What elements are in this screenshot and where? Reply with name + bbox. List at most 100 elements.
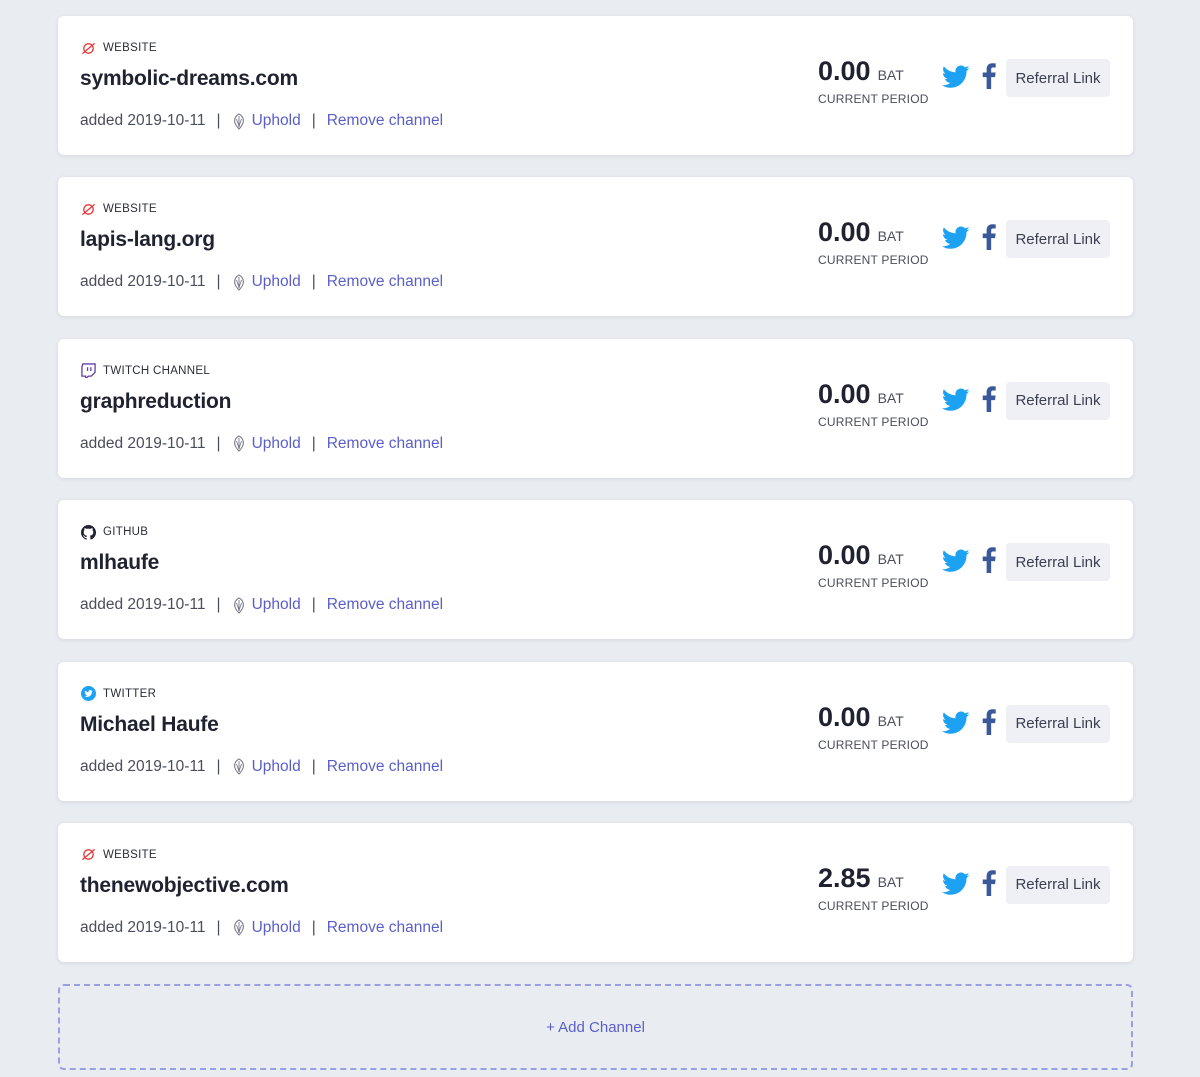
uphold-icon bbox=[232, 758, 246, 775]
remove-channel-link[interactable]: Remove channel bbox=[327, 596, 443, 614]
channel-name: Michael Haufe bbox=[80, 712, 219, 736]
channel-type-label: WEBSITE bbox=[103, 203, 157, 216]
separator: | bbox=[311, 596, 316, 614]
channel-type-label: WEBSITE bbox=[103, 848, 157, 861]
channel-meta: added 2019-10-11 | Uphold | Remove chann… bbox=[80, 758, 443, 776]
balance-amount: 0.00 bbox=[818, 540, 871, 571]
referral-link-button[interactable]: Referral Link bbox=[1006, 543, 1110, 582]
channel-type-row: WEBSITE bbox=[80, 40, 157, 56]
separator: | bbox=[216, 434, 221, 452]
referral-link-button[interactable]: Referral Link bbox=[1006, 220, 1110, 259]
added-date: added 2019-10-11 bbox=[80, 434, 206, 452]
channel-type-row: GITHUB bbox=[80, 524, 148, 540]
channel-card: WEBSITE symbolic-dreams.com added 2019-1… bbox=[58, 16, 1133, 155]
separator: | bbox=[311, 757, 316, 775]
twitter-share-icon[interactable] bbox=[941, 226, 970, 250]
balance-block: 0.00 BAT CURRENT PERIOD bbox=[818, 702, 929, 752]
channel-name: lapis-lang.org bbox=[80, 228, 215, 252]
balance-amount: 0.00 bbox=[818, 217, 871, 248]
uphold-link[interactable]: Uphold bbox=[252, 435, 301, 453]
remove-channel-link[interactable]: Remove channel bbox=[327, 919, 443, 937]
facebook-share-icon[interactable] bbox=[982, 708, 998, 737]
uphold-link[interactable]: Uphold bbox=[252, 919, 301, 937]
add-channel-button[interactable]: + Add Channel bbox=[58, 984, 1133, 1070]
uphold-link[interactable]: Uphold bbox=[252, 112, 301, 130]
separator: | bbox=[311, 273, 316, 291]
twitter-share-icon[interactable] bbox=[941, 872, 970, 896]
referral-link-button[interactable]: Referral Link bbox=[1006, 381, 1110, 420]
remove-channel-link[interactable]: Remove channel bbox=[327, 273, 443, 291]
balance-unit: BAT bbox=[877, 228, 904, 245]
balance-unit: BAT bbox=[877, 873, 904, 890]
facebook-share-icon[interactable] bbox=[982, 870, 998, 898]
website-icon bbox=[80, 40, 96, 56]
remove-channel-link[interactable]: Remove channel bbox=[327, 435, 443, 453]
channel-name: symbolic-dreams.com bbox=[80, 67, 298, 90]
balance-amount: 0.00 bbox=[818, 56, 871, 86]
channel-list: WEBSITE symbolic-dreams.com added 2019-1… bbox=[58, 16, 1133, 984]
facebook-share-icon[interactable] bbox=[982, 385, 998, 414]
facebook-share-icon[interactable] bbox=[982, 224, 998, 252]
channel-type-row: WEBSITE bbox=[80, 201, 157, 217]
separator: | bbox=[311, 434, 316, 452]
channel-type-row: TWITCH CHANNEL bbox=[80, 363, 210, 379]
balance-unit: BAT bbox=[877, 67, 904, 83]
added-date: added 2019-10-11 bbox=[80, 596, 206, 614]
channel-name: mlhaufe bbox=[80, 551, 160, 575]
referral-link-button[interactable]: Referral Link bbox=[1006, 865, 1110, 904]
separator: | bbox=[216, 112, 221, 129]
uphold-link[interactable]: Uphold bbox=[252, 758, 301, 776]
balance-amount: 2.85 bbox=[818, 862, 871, 893]
facebook-share-icon[interactable] bbox=[982, 63, 998, 91]
channel-type-row: TWITTER bbox=[80, 686, 156, 702]
separator: | bbox=[216, 596, 221, 614]
channel-type-label: TWITCH CHANNEL bbox=[103, 364, 211, 377]
twitter-icon bbox=[80, 686, 96, 702]
channel-card: GITHUB mlhaufe added 2019-10-11 | Uphold… bbox=[58, 500, 1133, 640]
separator: | bbox=[311, 112, 316, 129]
channel-name: graphreduction bbox=[80, 389, 232, 413]
twitter-share-icon[interactable] bbox=[941, 711, 970, 735]
channel-meta: added 2019-10-11 | Uphold | Remove chann… bbox=[80, 112, 443, 130]
channel-card: TWITTER Michael Haufe added 2019-10-11 |… bbox=[58, 661, 1133, 801]
website-icon bbox=[80, 847, 96, 863]
balance-amount: 0.00 bbox=[818, 701, 871, 732]
separator: | bbox=[216, 273, 221, 291]
uphold-icon bbox=[232, 112, 246, 130]
balance-period: CURRENT PERIOD bbox=[818, 576, 929, 591]
channel-meta: added 2019-10-11 | Uphold | Remove chann… bbox=[80, 435, 443, 453]
balance-block: 0.00 BAT CURRENT PERIOD bbox=[818, 379, 929, 429]
balance-block: 0.00 BAT CURRENT PERIOD bbox=[818, 540, 929, 590]
added-date: added 2019-10-11 bbox=[80, 112, 206, 129]
balance-period: CURRENT PERIOD bbox=[818, 253, 929, 268]
remove-channel-link[interactable]: Remove channel bbox=[327, 758, 443, 776]
facebook-share-icon[interactable] bbox=[982, 547, 998, 575]
channel-type-label: WEBSITE bbox=[103, 42, 157, 54]
github-icon bbox=[80, 524, 96, 540]
channel-type-label: GITHUB bbox=[103, 526, 149, 539]
remove-channel-link[interactable]: Remove channel bbox=[327, 112, 443, 130]
balance-period: CURRENT PERIOD bbox=[818, 92, 929, 106]
added-date: added 2019-10-11 bbox=[80, 273, 206, 291]
twitter-share-icon[interactable] bbox=[941, 65, 970, 89]
twitch-icon bbox=[80, 363, 96, 379]
balance-block: 0.00 BAT CURRENT PERIOD bbox=[818, 217, 929, 267]
uphold-link[interactable]: Uphold bbox=[252, 596, 301, 614]
balance-period: CURRENT PERIOD bbox=[818, 737, 929, 752]
uphold-link[interactable]: Uphold bbox=[252, 273, 301, 291]
balance-unit: BAT bbox=[877, 712, 904, 729]
twitter-share-icon[interactable] bbox=[941, 549, 970, 573]
added-date: added 2019-10-11 bbox=[80, 918, 206, 936]
separator: | bbox=[216, 757, 221, 775]
balance-block: 2.85 BAT CURRENT PERIOD bbox=[818, 863, 929, 913]
twitter-share-icon[interactable] bbox=[941, 388, 970, 412]
added-date: added 2019-10-11 bbox=[80, 757, 206, 775]
referral-link-button[interactable]: Referral Link bbox=[1006, 704, 1110, 743]
uphold-icon bbox=[232, 597, 246, 614]
balance-block: 0.00 BAT CURRENT PERIOD bbox=[818, 56, 929, 106]
balance-period: CURRENT PERIOD bbox=[818, 898, 929, 913]
uphold-icon bbox=[232, 274, 246, 291]
channel-type-label: TWITTER bbox=[103, 687, 157, 700]
separator: | bbox=[216, 918, 221, 936]
referral-link-button[interactable]: Referral Link bbox=[1006, 59, 1110, 97]
